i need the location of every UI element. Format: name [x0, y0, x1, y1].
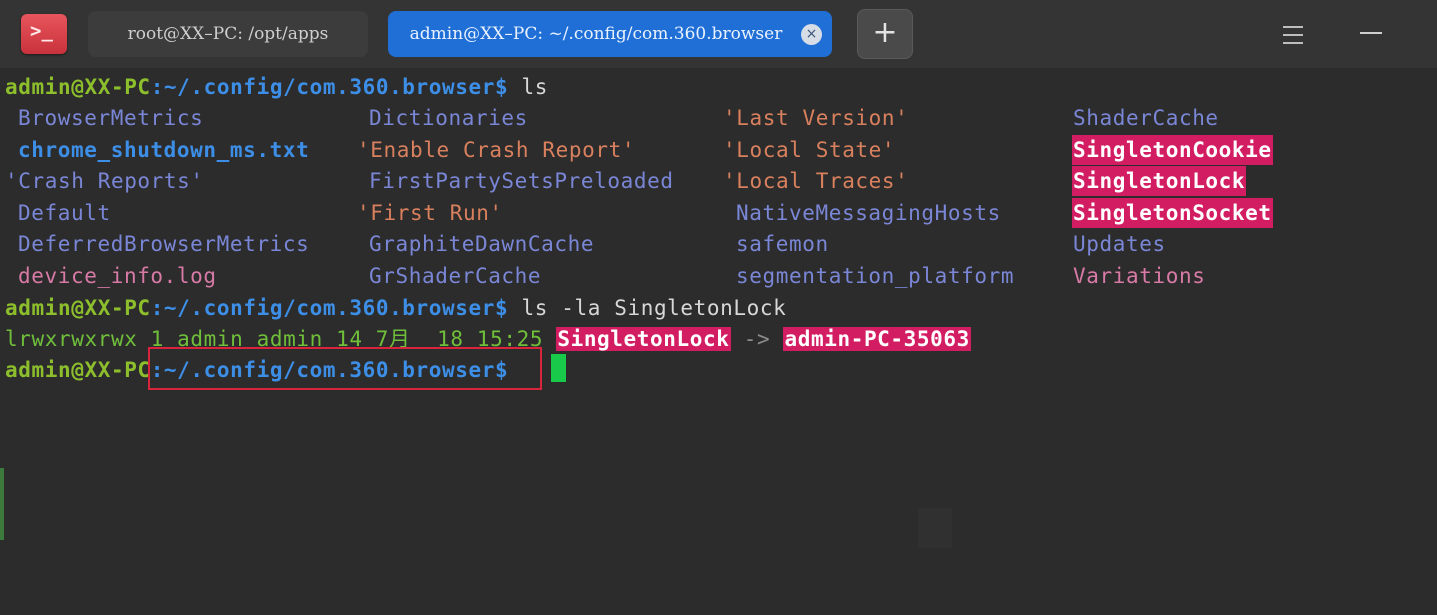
background-artifact: [918, 508, 952, 548]
title-bar: >_ root@XX–PC: /opt/apps admin@XX–PC: ~/…: [0, 0, 1437, 68]
prompt-line-1: admin@XX-PC:~/.config/com.360.browser$ l…: [5, 72, 548, 102]
list-item: 'First Run': [357, 201, 503, 225]
symlink-target: admin-PC-35063: [783, 327, 971, 351]
list-item: 'Crash Reports': [5, 169, 204, 193]
prompt-path: :~/.config/com.360.browser$: [150, 75, 509, 99]
list-item: Dictionaries: [369, 106, 528, 130]
terminal-window: >_ root@XX–PC: /opt/apps admin@XX–PC: ~/…: [0, 0, 1437, 615]
new-tab-button[interactable]: +: [857, 9, 913, 59]
list-item: safemon: [736, 232, 829, 256]
list-item: Updates: [1073, 232, 1166, 256]
list-item: chrome_shutdown_ms.txt: [18, 138, 310, 162]
list-item: BrowserMetrics: [18, 106, 204, 130]
prompt-user: admin@XX-PC: [5, 358, 151, 382]
list-item: 'Enable Crash Report': [357, 138, 636, 162]
terminal-app-icon[interactable]: >_: [21, 14, 67, 54]
list-item: 'Local Traces': [723, 169, 909, 193]
list-item: GrShaderCache: [369, 264, 542, 288]
left-edge-accent: [0, 468, 4, 540]
tab-label: admin@XX–PC: ~/.config/com.360.browser: [409, 24, 783, 44]
list-item: Variations: [1073, 264, 1206, 288]
list-item: 'Local State': [723, 138, 896, 162]
list-item-socket: SingletonSocket: [1072, 198, 1273, 228]
prompt-line-2: admin@XX-PC:~/.config/com.360.browser$ l…: [5, 293, 786, 323]
terminal-output[interactable]: admin@XX-PC:~/.config/com.360.browser$ l…: [0, 68, 1437, 615]
prompt-user: admin@XX-PC: [5, 75, 151, 99]
command-text: ls -la SingletonLock: [508, 296, 787, 320]
tab-admin-config-browser[interactable]: admin@XX–PC: ~/.config/com.360.browser ×: [388, 11, 832, 57]
list-item: segmentation_platform: [736, 264, 1015, 288]
list-item: NativeMessagingHosts: [736, 201, 1001, 225]
list-item: Default: [18, 201, 111, 225]
close-tab-icon[interactable]: ×: [801, 24, 822, 45]
terminal-cursor: [551, 354, 566, 382]
command-text: ls: [508, 75, 548, 99]
tab-label: root@XX–PC: /opt/apps: [127, 24, 329, 44]
list-item: ShaderCache: [1073, 106, 1219, 130]
terminal-prompt-icon: >_: [30, 20, 53, 42]
list-item: GraphiteDawnCache: [369, 232, 595, 256]
tab-root-opt-apps[interactable]: root@XX–PC: /opt/apps: [88, 11, 368, 57]
list-item-socket: SingletonLock: [1072, 166, 1247, 196]
prompt-path: :~/.config/com.360.browser$: [150, 296, 509, 320]
symlink-arrow: ->: [730, 327, 784, 351]
list-item: FirstPartySetsPreloaded: [369, 169, 674, 193]
list-item: 'Last Version': [723, 106, 909, 130]
prompt-user: admin@XX-PC: [5, 296, 151, 320]
minimize-icon[interactable]: [1360, 32, 1382, 34]
list-item-socket: SingletonCookie: [1072, 135, 1273, 165]
annotation-highlight-box: [148, 347, 542, 390]
list-item: DeferredBrowserMetrics: [18, 232, 310, 256]
symlink-name: SingletonLock: [556, 327, 731, 351]
hamburger-menu-icon[interactable]: [1283, 26, 1303, 44]
list-item: device_info.log: [18, 264, 217, 288]
